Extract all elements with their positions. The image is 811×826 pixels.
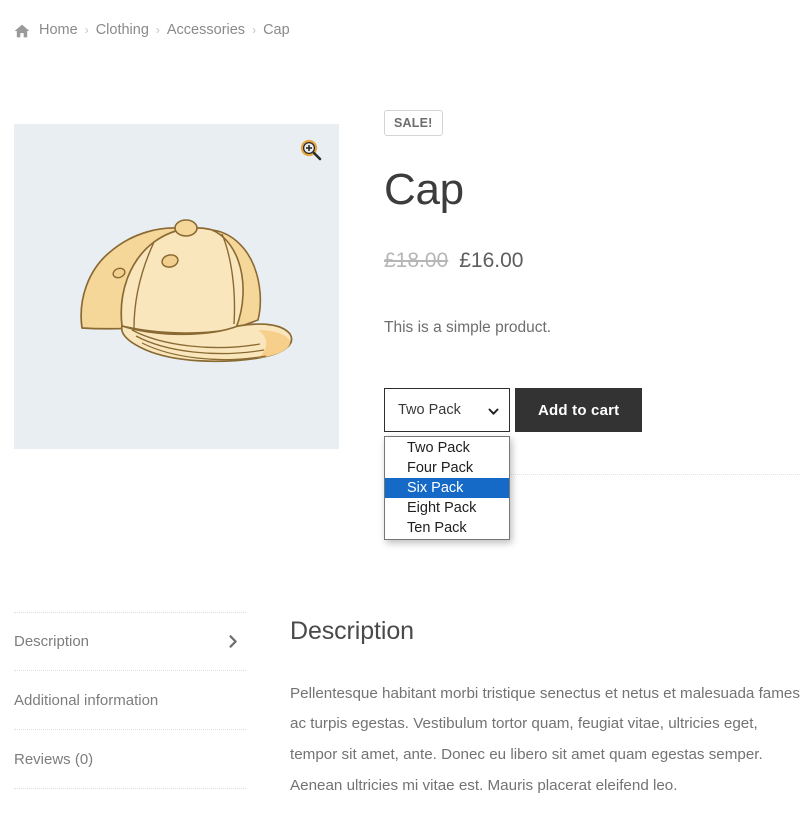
cap-product-image [80,219,293,363]
panel-body-text: Pellentesque habitant morbi tristique se… [290,684,800,795]
chevron-down-icon [488,405,499,416]
product-summary: SALE! Cap £18.00 £16.00 This is a simple … [384,110,804,541]
breadcrumb-item-home[interactable]: Home [39,22,78,38]
panel-title: Description [290,617,414,645]
breadcrumb: Home › Clothing › Accessories › Cap [14,22,290,38]
variation-form: Two Pack Two Pack Four Pack Six Pack Eig… [384,388,804,541]
add-to-cart-button[interactable]: Add to cart [515,388,643,433]
tab-label: Description [14,633,90,650]
pack-size-dropdown-list[interactable]: Two Pack Four Pack Six Pack Eight Pack T… [384,436,510,541]
page-title: Cap [384,164,464,214]
product-price: £18.00 £16.00 [384,250,804,271]
dropdown-option-highlighted[interactable]: Six Pack [385,478,509,499]
pack-size-select[interactable]: Two Pack [384,388,510,433]
tab-list: Description Additional information Revie… [14,612,246,789]
tab-label: Reviews (0) [14,750,94,768]
dropdown-option[interactable]: Eight Pack [385,498,509,518]
status-badge-sale: SALE! [384,110,443,136]
price-sale: £16.00 [459,248,524,272]
breadcrumb-item-accessories[interactable]: Accessories [167,22,245,38]
tab-reviews[interactable]: Reviews (0) [14,730,246,789]
pack-size-select-wrapper: Two Pack Two Pack Four Pack Six Pack Eig… [384,388,510,541]
magnifier-plus-icon[interactable] [299,138,323,162]
chevron-right-icon [229,635,238,648]
breadcrumb-item-clothing[interactable]: Clothing [96,22,149,38]
tab-description[interactable]: Description [14,612,246,671]
tab-label: Additional information [14,691,159,709]
tab-additional-information[interactable]: Additional information [14,671,246,730]
dropdown-option[interactable]: Ten Pack [385,518,509,538]
breadcrumb-separator: › [84,23,89,37]
product-short-description: This is a simple product. [384,318,552,336]
breadcrumb-separator: › [252,23,257,37]
breadcrumb-item-current: Cap [263,22,290,38]
breadcrumb-separator: › [155,23,160,37]
product-gallery[interactable] [14,124,339,449]
home-icon[interactable] [14,24,30,38]
price-original: £18.00 [384,248,449,272]
dropdown-option[interactable]: Four Pack [385,458,509,478]
dropdown-option[interactable]: Two Pack [385,438,509,458]
pack-size-selected-value: Two Pack [398,402,461,419]
tab-panel-description: Description Pellentesque habitant morbi … [290,617,806,802]
